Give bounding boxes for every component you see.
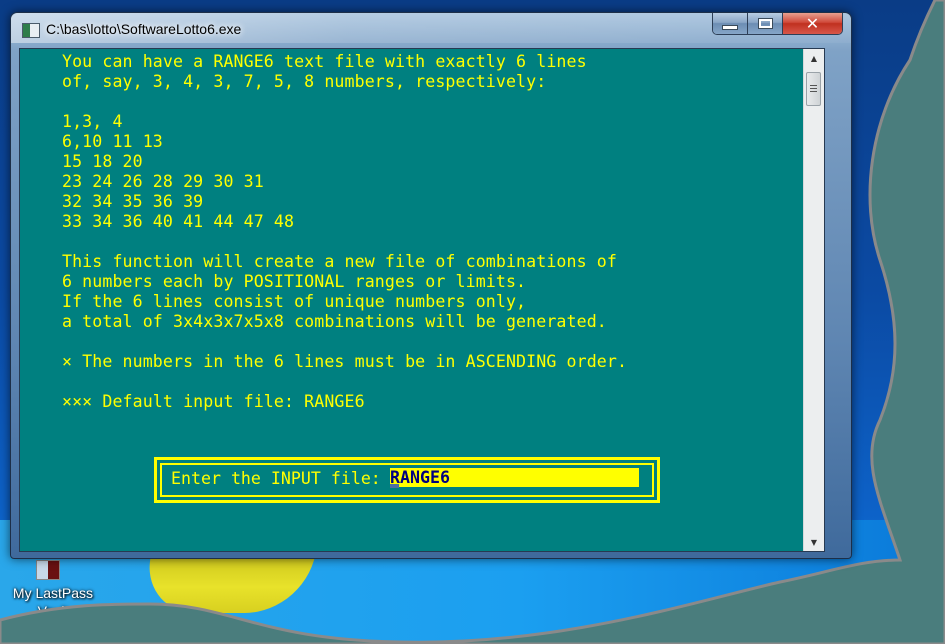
console-line: 6,10 11 13	[62, 132, 163, 151]
close-icon: ✕	[805, 14, 820, 33]
text-cursor	[390, 484, 399, 488]
console-line: 15 18 20	[62, 152, 143, 171]
window-title: C:\bas\lotto\SoftwareLotto6.exe	[46, 21, 242, 37]
desktop-icon-label-line2: Vault	[37, 603, 69, 619]
desktop-icon-lastpass[interactable]: My LastPass Vault	[8, 560, 98, 620]
caption-buttons: ✕	[712, 13, 843, 35]
console-line: 32 34 35 36 39	[62, 192, 204, 211]
console-line: 23 24 26 28 29 30 31	[62, 172, 264, 191]
scroll-thumb[interactable]	[806, 72, 821, 106]
app-icon[interactable]	[22, 23, 40, 38]
console-line: of, say, 3, 4, 3, 7, 5, 8 numbers, respe…	[62, 72, 547, 91]
minimize-button[interactable]	[713, 13, 748, 34]
console-line: This function will create a new file of …	[62, 252, 617, 271]
input-file-dialog: Enter the INPUT file:	[154, 457, 660, 503]
vertical-scrollbar[interactable]: ▲ ▼	[803, 49, 824, 551]
close-button[interactable]: ✕	[783, 13, 842, 34]
scroll-down-button[interactable]: ▼	[804, 533, 824, 551]
maximize-button[interactable]	[748, 13, 783, 34]
input-file-label: Enter the INPUT file:	[171, 469, 381, 488]
minimize-icon	[722, 24, 738, 30]
grip-line-icon	[810, 85, 817, 86]
console-line: If the 6 lines consist of unique numbers…	[62, 292, 527, 311]
desktop-icon-label: My LastPass	[12, 585, 94, 601]
scroll-up-button[interactable]: ▲	[804, 49, 824, 67]
scroll-down-arrow-icon: ▼	[810, 537, 818, 547]
console-line: ××× Default input file: RANGE6	[62, 392, 365, 411]
console-client-area: You can have a RANGE6 text file with exa…	[19, 48, 825, 552]
console-window: C:\bas\lotto\SoftwareLotto6.exe ✕ You ca…	[10, 12, 852, 559]
input-file-field[interactable]	[390, 468, 639, 487]
console-line: 1,3, 4	[62, 112, 123, 131]
console-line: 33 34 36 40 41 44 47 48	[62, 212, 295, 231]
lastpass-shortcut-icon	[36, 560, 60, 580]
maximize-icon	[757, 18, 773, 29]
grip-line-icon	[810, 91, 817, 92]
scroll-up-arrow-icon: ▲	[810, 53, 818, 63]
console-line: a total of 3x4x3x7x5x8 combinations will…	[62, 312, 607, 331]
grip-line-icon	[810, 88, 817, 89]
console-line: 6 numbers each by POSITIONAL ranges or l…	[62, 272, 527, 291]
console-line: You can have a RANGE6 text file with exa…	[62, 52, 587, 71]
console-line: × The numbers in the 6 lines must be in …	[62, 352, 628, 371]
